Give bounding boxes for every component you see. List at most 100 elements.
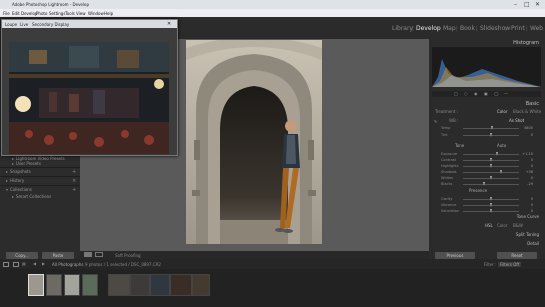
module-print[interactable]: Print [511, 25, 525, 32]
tone-auto-button[interactable]: Auto [497, 143, 506, 148]
filmstrip-thumbnail[interactable] [108, 274, 130, 296]
module-library[interactable]: Library [392, 25, 413, 32]
secondary-display-window[interactable]: Loupe Live Secondary Display ✕ [1, 19, 178, 156]
slider-value[interactable]: 0 [531, 209, 533, 213]
slider-knob[interactable] [489, 203, 492, 207]
maximize-icon[interactable]: □ [524, 1, 530, 8]
slider-value[interactable]: -29 [527, 182, 533, 186]
grid-view-icon[interactable]: ▦ [22, 261, 26, 266]
reset-button[interactable]: Reset [497, 252, 537, 259]
slider-saturation[interactable]: Saturation 0 [441, 208, 533, 215]
slider-knob[interactable] [489, 164, 492, 168]
slider-blacks[interactable]: Blacks -29 [441, 181, 533, 188]
forward-arrow-icon[interactable]: ▶ [42, 261, 45, 266]
slider-track[interactable] [463, 172, 519, 173]
filmstrip-thumbnail[interactable] [82, 274, 98, 296]
slider-knob[interactable] [489, 133, 492, 137]
slider-knob[interactable] [489, 209, 492, 213]
previous-button[interactable]: Previous [435, 252, 475, 259]
before-after-icon[interactable] [95, 252, 103, 257]
back-arrow-icon[interactable]: ◀ [33, 261, 36, 266]
detail-section[interactable]: Detail [527, 241, 539, 246]
secondary-window-titlebar[interactable]: Loupe Live Secondary Display ✕ [2, 20, 177, 28]
bw-tab[interactable]: B&W [513, 223, 523, 228]
add-icon[interactable]: + [72, 187, 76, 193]
treatment-color[interactable]: Color [497, 109, 507, 114]
slider-value[interactable]: +36 [526, 170, 533, 174]
menu-help[interactable]: Help [104, 11, 113, 16]
slider-knob[interactable] [490, 126, 493, 130]
grid-icon[interactable] [13, 262, 19, 267]
copy-button[interactable]: Copy... [6, 252, 38, 259]
secondary-display-icon[interactable] [3, 262, 9, 267]
color-tab[interactable]: Color [497, 223, 507, 228]
slider-knob[interactable] [496, 152, 499, 156]
menu-file[interactable]: File [3, 11, 10, 16]
history-section[interactable]: ▸ History [6, 178, 24, 184]
close-icon[interactable]: ✕ [535, 1, 540, 8]
hsl-tab[interactable]: HSL [485, 223, 493, 228]
collections-section[interactable]: ▾ Collections [6, 187, 32, 193]
tab-loupe[interactable]: Loupe [5, 22, 17, 27]
soft-proofing-label[interactable]: Soft Proofing [115, 253, 141, 258]
minimize-icon[interactable]: – [514, 1, 517, 8]
add-icon[interactable]: + [72, 169, 76, 175]
red-eye-icon[interactable]: ◉ [474, 91, 478, 96]
filmstrip-thumbnail[interactable] [46, 274, 62, 296]
menu-photo[interactable]: Photo [36, 11, 47, 16]
menu-view[interactable]: View [76, 11, 86, 16]
eyedropper-icon[interactable]: ✎ [434, 119, 437, 124]
filmstrip-thumbnail[interactable] [192, 274, 210, 296]
slider-track[interactable] [463, 154, 519, 155]
module-web[interactable]: Web [530, 25, 543, 32]
slider-value[interactable]: 5800 [524, 126, 533, 130]
slider-knob[interactable] [489, 176, 492, 180]
menu-edit[interactable]: Edit [12, 11, 20, 16]
filmstrip-thumbnail[interactable] [28, 274, 44, 296]
filmstrip-thumbnail[interactable] [64, 274, 80, 296]
spot-removal-icon[interactable]: ○ [464, 91, 468, 96]
slider-label: Highlights [441, 164, 459, 168]
split-toning-section[interactable]: Split Toning [516, 232, 539, 237]
paste-button[interactable]: Paste [42, 252, 74, 259]
preset-item[interactable]: ▸ User Presets [12, 161, 41, 166]
slider-value[interactable]: 0 [531, 176, 533, 180]
tab-live[interactable]: Live [20, 22, 28, 27]
slider-value[interactable]: 0 [531, 203, 533, 207]
menu-tools[interactable]: Tools [65, 11, 75, 16]
slider-knob[interactable] [482, 182, 485, 186]
radial-filter-icon[interactable]: ◯ [494, 91, 498, 96]
snapshots-section[interactable]: ▸ Snapshots [6, 169, 31, 175]
slider-value[interactable]: 0 [531, 197, 533, 201]
slider-temp[interactable]: Temp 5800 [441, 125, 533, 132]
module-map[interactable]: Map [443, 25, 456, 32]
slider-knob[interactable] [489, 158, 492, 162]
adjustment-brush-icon[interactable]: — [504, 91, 508, 96]
filmstrip-thumbnail[interactable] [130, 274, 150, 296]
clear-icon[interactable]: × [72, 178, 76, 184]
filmstrip-source[interactable]: All Photographs [52, 262, 83, 267]
close-icon[interactable]: ✕ [167, 22, 171, 27]
module-develop[interactable]: Develop [416, 25, 441, 32]
graduated-filter-icon[interactable]: ▣ [484, 91, 488, 96]
view-mode-icon[interactable] [84, 252, 92, 257]
slider-value[interactable]: 0 [531, 158, 533, 162]
filmstrip-thumbnail[interactable] [170, 274, 192, 296]
wb-select[interactable]: As Shot [509, 118, 524, 123]
menu-develop[interactable]: Develop [21, 11, 37, 16]
menu-settings[interactable]: Settings [49, 11, 65, 16]
crop-icon[interactable]: □ [454, 91, 458, 96]
slider-value[interactable]: +1.15 [522, 152, 533, 156]
menu-window[interactable]: Window [88, 11, 104, 16]
slider-track[interactable] [463, 184, 519, 185]
treatment-bw[interactable]: Black & White [513, 109, 541, 114]
filmstrip-thumbnail[interactable] [150, 274, 170, 296]
slider-value[interactable]: 0 [531, 133, 533, 137]
filter-select[interactable]: Filters Off [498, 262, 522, 267]
module-book[interactable]: Book [460, 25, 475, 32]
slider-tint[interactable]: Tint 0 [441, 132, 533, 139]
smart-collections-item[interactable]: ▸ Smart Collections [12, 194, 51, 199]
slider-knob[interactable] [489, 197, 492, 201]
slider-knob[interactable] [499, 170, 502, 174]
slider-value[interactable]: 0 [531, 164, 533, 168]
